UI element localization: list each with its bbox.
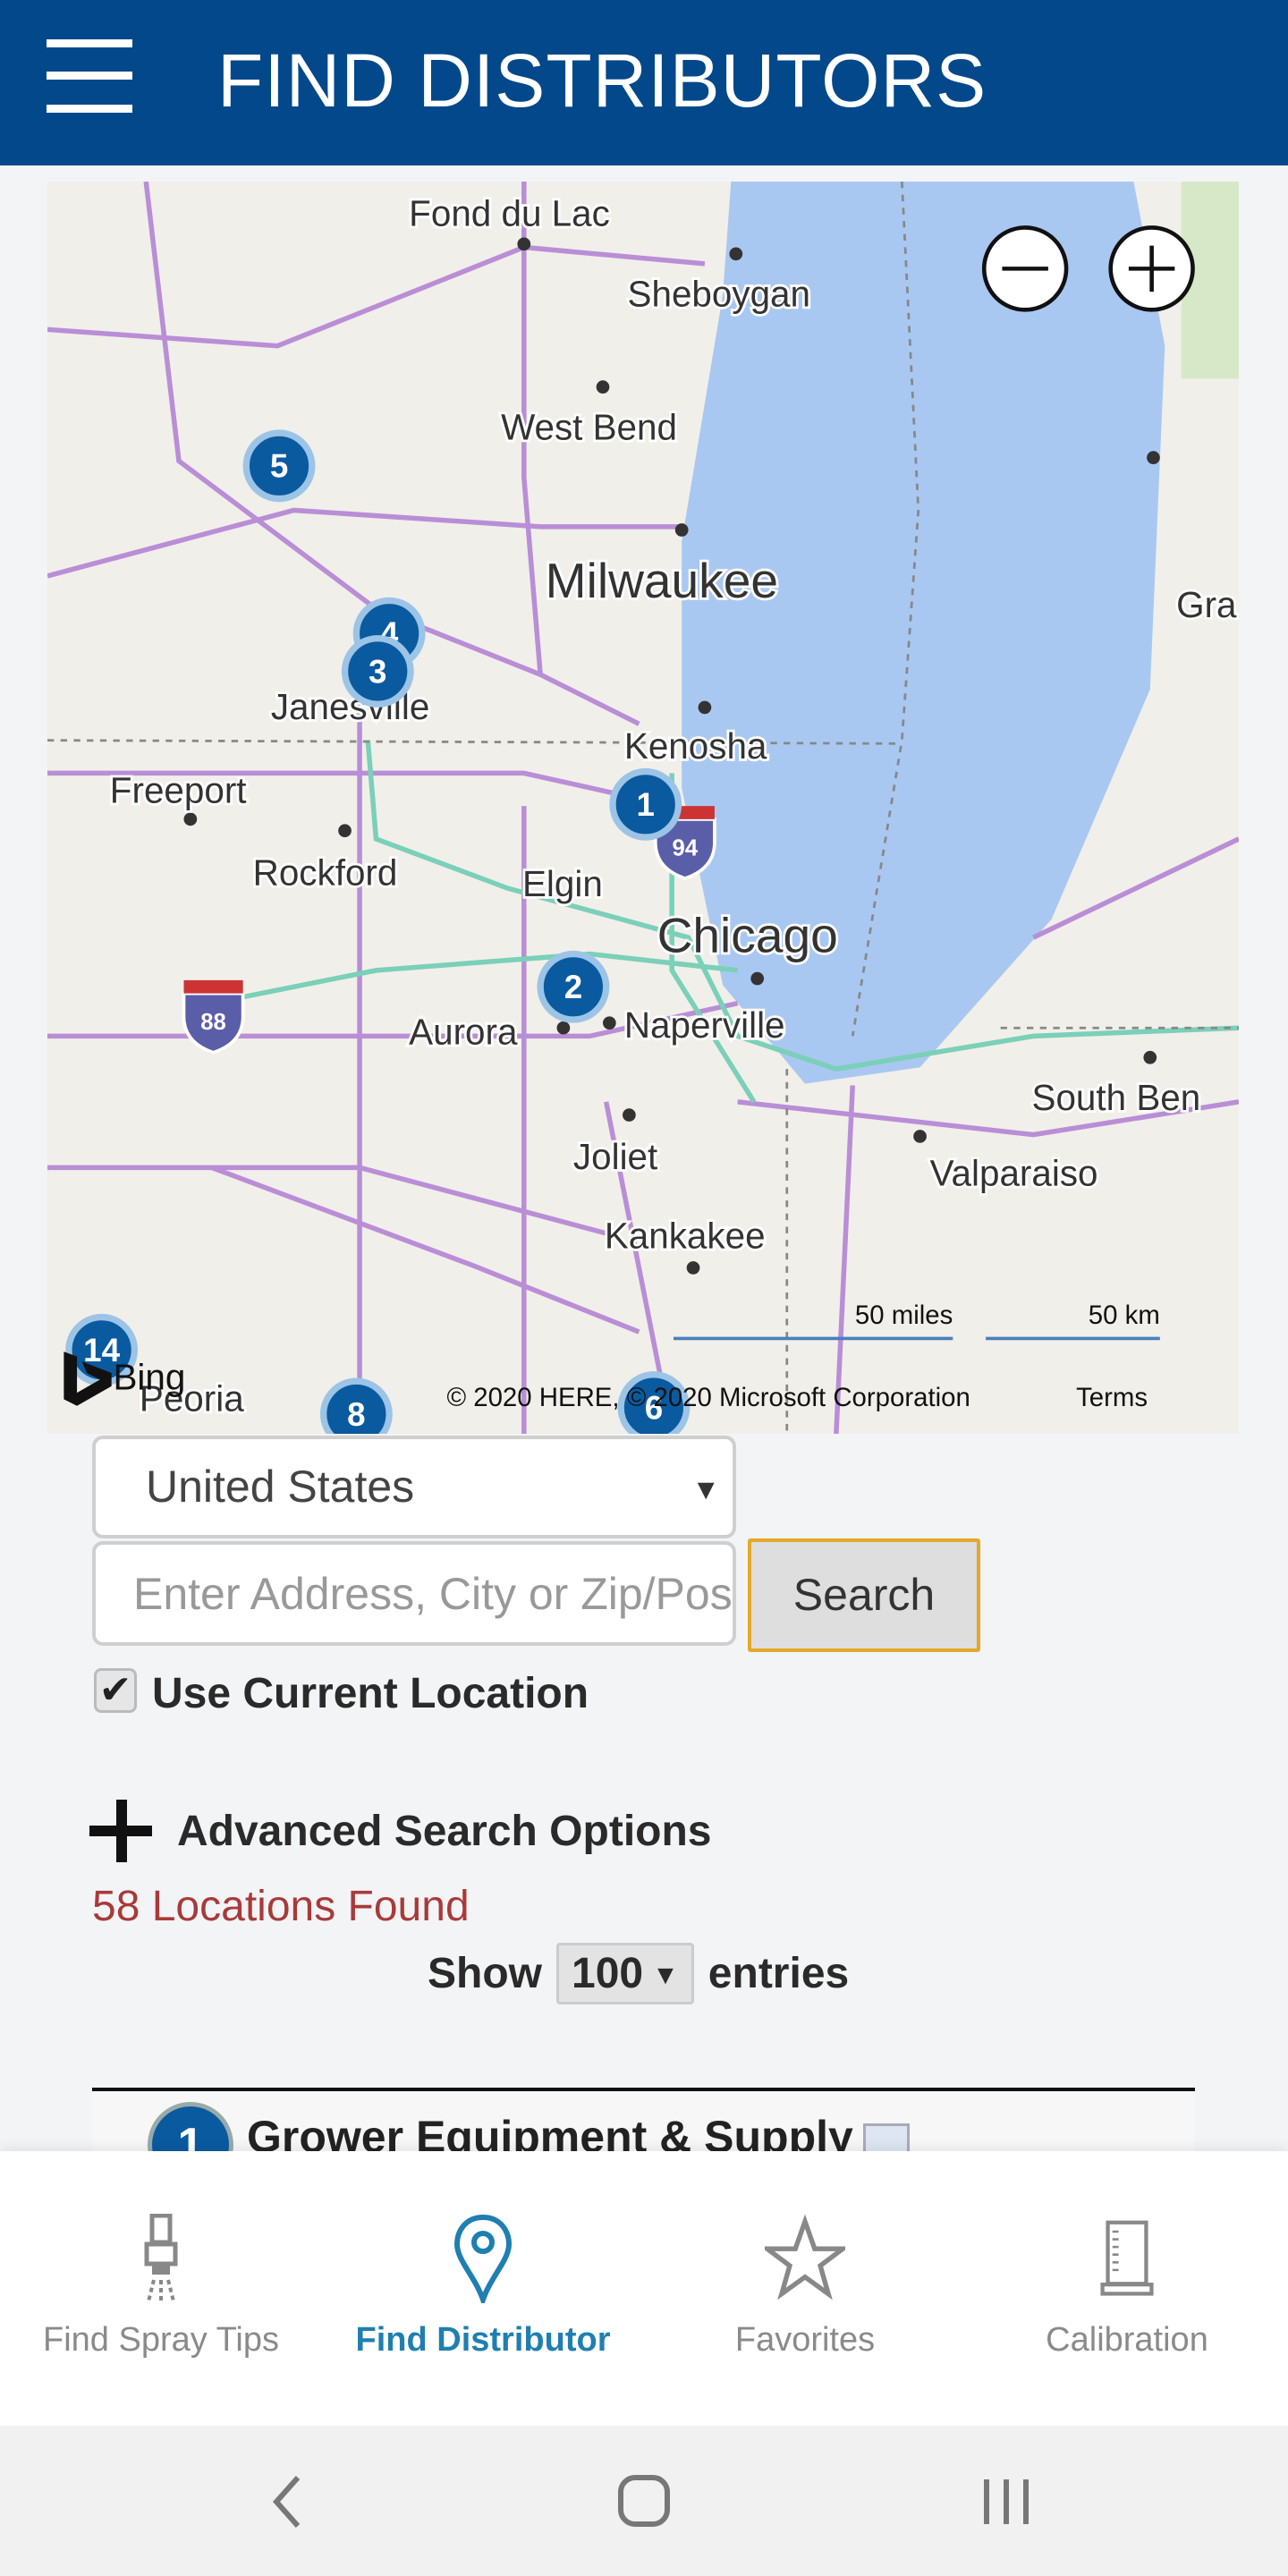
nav-label: Find Distributor — [355, 2321, 611, 2359]
distributor-name[interactable]: Grower Equipment & Supply — [247, 2111, 853, 2154]
map-marker[interactable]: 3 — [341, 635, 414, 708]
svg-text:Bing: Bing — [113, 1356, 185, 1397]
svg-text:2: 2 — [564, 969, 582, 1005]
search-button[interactable]: Search — [748, 1538, 980, 1652]
spray-nozzle-icon — [144, 2214, 178, 2303]
home-icon[interactable] — [617, 2470, 671, 2533]
use-current-location-checkbox[interactable]: ✔ — [94, 1668, 137, 1713]
map-pin-icon — [453, 2214, 513, 2303]
svg-text:94: 94 — [673, 835, 699, 860]
document-icon[interactable] — [863, 2123, 910, 2154]
svg-text:8: 8 — [347, 1396, 365, 1433]
map-label: Elgin — [522, 863, 603, 904]
map-label: Naperville — [624, 1004, 785, 1046]
map-marker[interactable]: 5 — [242, 429, 316, 503]
map-label: Kenosha — [624, 725, 767, 767]
map-label: Fond du Lac — [409, 193, 610, 234]
system-nav-bar — [0, 2426, 1288, 2576]
map-label: South Ben — [1032, 1077, 1201, 1118]
show-label: Show — [428, 1950, 542, 1997]
zoom-in-button[interactable] — [1108, 225, 1195, 312]
map-label: Chicago — [657, 908, 838, 963]
map[interactable]: Fond du Lac Sheboygan West Bend Milwauke… — [47, 182, 1239, 1434]
interstate-shield-88: 88 — [182, 979, 245, 1055]
map-marker[interactable]: 2 — [537, 950, 610, 1023]
advanced-search-toggle[interactable]: Advanced Search Options — [89, 1800, 712, 1862]
map-label: Gra — [1176, 584, 1237, 625]
app-header: FIND DISTRIBUTORS — [0, 0, 1288, 165]
country-value: United States — [146, 1462, 415, 1512]
nav-calibration[interactable]: Calibration — [966, 2214, 1288, 2360]
map-label: Sheboygan — [628, 274, 810, 315]
map-label: Freeport — [110, 769, 247, 810]
nav-favorites[interactable]: Favorites — [644, 2214, 966, 2360]
advanced-search-label: Advanced Search Options — [177, 1807, 712, 1855]
svg-text:5: 5 — [270, 448, 288, 485]
plus-icon — [89, 1800, 152, 1862]
scale-km: 50 km — [1089, 1301, 1160, 1330]
map-label: Kankakee — [605, 1215, 766, 1256]
nav-label: Favorites — [734, 2321, 876, 2359]
dropdown-arrow-icon: ▼ — [691, 1473, 720, 1505]
scale-miles: 50 miles — [855, 1301, 953, 1330]
country-select[interactable]: United States ▼ — [92, 1436, 736, 1538]
map-label: Rockford — [253, 852, 398, 893]
map-label: Valparaiso — [930, 1153, 1098, 1194]
recents-icon[interactable] — [979, 2470, 1033, 2533]
address-input[interactable]: Enter Address, City or Zip/Postal Code — [92, 1541, 736, 1646]
map-marker[interactable]: 1 — [609, 767, 682, 841]
map-label: Aurora — [409, 1012, 518, 1053]
map-label: West Bend — [501, 406, 677, 447]
locations-found-count: 58 Locations Found — [92, 1883, 470, 1930]
entries-label: entries — [708, 1950, 850, 1997]
bottom-nav: Find Spray Tips Find Distributor Favorit… — [0, 2151, 1288, 2426]
use-current-location-label[interactable]: Use Current Location — [152, 1669, 589, 1718]
entries-select[interactable]: 100 ▼ — [556, 1943, 694, 2004]
svg-text:1: 1 — [637, 786, 655, 823]
zoom-out-button[interactable] — [981, 225, 1069, 312]
map-attribution: © 2020 HERE, © 2020 Microsoft Corporatio… — [446, 1383, 970, 1412]
nav-label: Find Spray Tips — [43, 2321, 279, 2359]
star-icon — [765, 2214, 845, 2301]
nav-find-spray-tips[interactable]: Find Spray Tips — [0, 2214, 322, 2360]
svg-text:3: 3 — [369, 653, 386, 690]
nav-find-distributor[interactable]: Find Distributor — [322, 2214, 644, 2360]
result-number-badge: 1 — [148, 2102, 233, 2154]
svg-text:88: 88 — [200, 1010, 226, 1035]
hamburger-menu-button[interactable] — [47, 39, 132, 113]
calibration-cylinder-icon — [1100, 2220, 1154, 2296]
map-marker[interactable]: 8 — [319, 1377, 393, 1434]
back-icon[interactable] — [264, 2470, 309, 2533]
nav-label: Calibration — [1046, 2321, 1208, 2359]
page-title: FIND DISTRIBUTORS — [217, 38, 987, 123]
map-label: Milwaukee — [546, 553, 778, 608]
list-item[interactable]: 1 Grower Equipment & Supply — [92, 2091, 1195, 2154]
map-label: Joliet — [573, 1136, 657, 1177]
entries-control: Show 100 ▼ entries — [428, 1943, 849, 2004]
map-terms-link[interactable]: Terms — [1076, 1383, 1148, 1412]
